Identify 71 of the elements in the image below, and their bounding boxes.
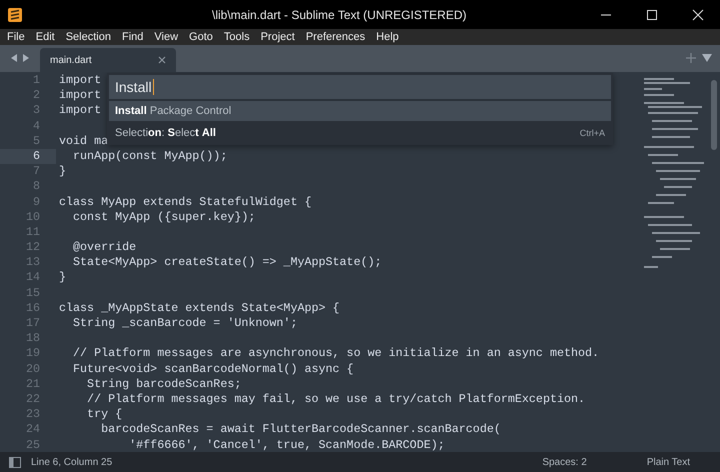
line-number: 21 bbox=[24, 376, 41, 392]
line-number: 3 bbox=[32, 103, 41, 119]
line-number: 10 bbox=[24, 210, 41, 225]
syntax-setting[interactable]: Plain Text bbox=[646, 456, 690, 468]
line-number: 1 bbox=[32, 73, 41, 88]
line-number: 25 bbox=[24, 438, 41, 452]
menu-item[interactable]: Goto bbox=[184, 31, 219, 43]
tab-nav-arrows-icon[interactable] bbox=[10, 53, 30, 63]
line-number: 16 bbox=[24, 300, 41, 316]
menu-item[interactable]: Edit bbox=[30, 31, 61, 43]
line-number: 11 bbox=[24, 224, 41, 240]
input-field[interactable]: Install bbox=[109, 75, 611, 99]
code-line: barcodeScanRes = await FlutterBarcodeScanner.scanBarcode( bbox=[100, 422, 501, 438]
code-line: try { bbox=[86, 407, 122, 422]
line-number: 12 bbox=[24, 240, 41, 256]
menu-item[interactable]: File bbox=[2, 31, 31, 43]
code-line: // Platform messages may fail, so we use a try/catch PlatformException. bbox=[86, 392, 586, 408]
line-number: 7 bbox=[32, 164, 41, 180]
code-line: // Platform messages are asynchronous, so we initialize in an async method. bbox=[72, 346, 600, 362]
code-line: const MyApp ({super.key}); bbox=[72, 210, 256, 225]
menu-item[interactable]: Tools bbox=[218, 31, 256, 43]
menu-item[interactable]: Preferences bbox=[300, 31, 372, 43]
code-line: import bbox=[58, 73, 102, 88]
scrollbar[interactable] bbox=[711, 80, 717, 150]
line-number: 18 bbox=[24, 331, 41, 346]
code-line: @override bbox=[72, 240, 136, 256]
code-line: runApp(const MyApp()); bbox=[72, 148, 228, 164]
code-line: State<MyApp> createState() => _MyAppState(); bbox=[72, 255, 382, 270]
code-line: String barcodeScanRes; bbox=[86, 376, 242, 392]
code-line: String _scanBarcode = 'Unknown'; bbox=[72, 316, 298, 332]
line-number: 17 bbox=[24, 316, 41, 332]
line-number: 19 bbox=[24, 346, 41, 362]
line-number: 15 bbox=[24, 286, 41, 301]
text-caret bbox=[152, 79, 154, 95]
line-number: 8 bbox=[32, 179, 41, 194]
line-number: 24 bbox=[24, 422, 41, 438]
line-number: 13 bbox=[24, 255, 41, 270]
sidebar-toggle-icon[interactable] bbox=[9, 456, 21, 468]
file-tab[interactable]: main.dart bbox=[40, 48, 176, 72]
code-line: void ma bbox=[58, 134, 108, 149]
menu-item[interactable]: Find bbox=[116, 31, 150, 43]
dropdown-icon[interactable] bbox=[702, 54, 712, 62]
line-number: 9 bbox=[32, 194, 41, 210]
menu-item[interactable]: Project bbox=[256, 31, 301, 43]
indentation-setting[interactable]: Spaces: 2 bbox=[542, 456, 587, 468]
window-title: \lib\main.dart - Sublime Text (UNREGISTERED) bbox=[212, 8, 468, 22]
command-item[interactable]: Selection: Select All Ctrl+A bbox=[109, 123, 611, 143]
line-number: 4 bbox=[32, 118, 41, 134]
line-number: 6 bbox=[0, 148, 56, 164]
line-number: 20 bbox=[24, 362, 41, 377]
menu-item[interactable]: Selection bbox=[60, 31, 117, 43]
code-line: class MyApp extends StatefulWidget { bbox=[58, 194, 312, 210]
code-line: import bbox=[58, 103, 102, 119]
line-number: 5 bbox=[32, 134, 41, 149]
plus-icon[interactable] bbox=[686, 53, 696, 63]
line-number: 2 bbox=[32, 88, 41, 104]
menu-item[interactable]: Help bbox=[371, 31, 405, 43]
line-number: 22 bbox=[24, 392, 41, 408]
code-line: } bbox=[58, 270, 66, 286]
line-number: 23 bbox=[24, 407, 41, 422]
maximize-icon[interactable] bbox=[646, 8, 658, 20]
menu-item[interactable]: View bbox=[149, 31, 184, 43]
code-line: '#ff6666', 'Cancel', true, ScanMode.BARCODE); bbox=[128, 438, 445, 452]
code-line: class _MyAppState extends State<MyApp> { bbox=[58, 300, 340, 316]
cursor-position: Line 6, Column 25 bbox=[31, 456, 112, 468]
code-line: import bbox=[58, 88, 102, 104]
code-line: } bbox=[58, 164, 66, 180]
command-item[interactable]: Install Package Control bbox=[109, 101, 611, 121]
code-line: Future<void> scanBarcodeNormal() async { bbox=[72, 362, 354, 377]
line-number: 14 bbox=[24, 270, 41, 286]
app-icon bbox=[8, 8, 22, 22]
